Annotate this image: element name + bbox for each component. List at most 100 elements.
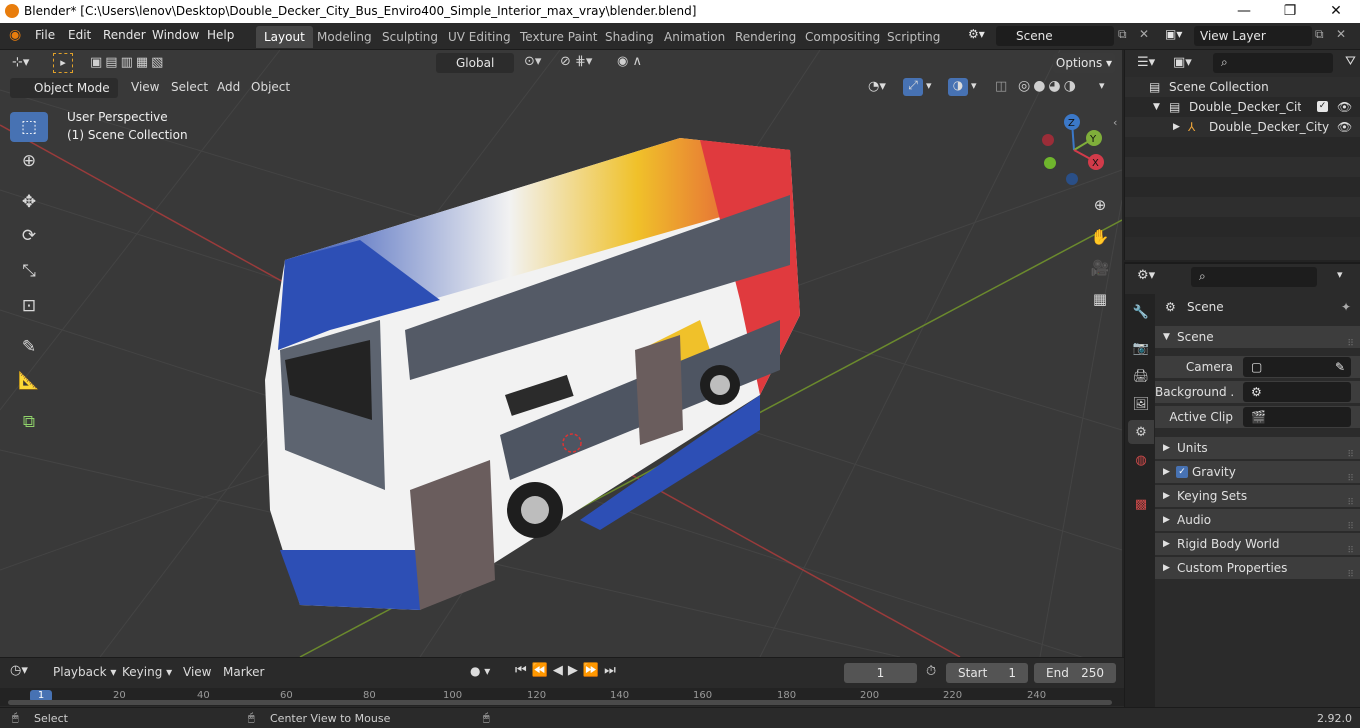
delete-view-layer-icon[interactable]: ✕ [1336, 27, 1346, 41]
properties-search-input[interactable] [1191, 267, 1317, 287]
visibility-icon[interactable]: ◔▾ [868, 79, 886, 94]
new-view-layer-icon[interactable]: ⧉ [1315, 27, 1324, 42]
outliner-search-input[interactable] [1213, 53, 1333, 73]
outliner-row-scene-collection[interactable]: ▤ Scene Collection [1125, 77, 1360, 97]
options-button[interactable]: Options ▾ [1053, 53, 1115, 73]
visibility-eye-icon[interactable]: 👁 [1337, 117, 1352, 137]
world-tab-icon[interactable]: ◍ [1128, 448, 1154, 472]
timeline-menu-playback[interactable]: Playback ▾ [53, 665, 116, 679]
navigation-gizmo[interactable]: Z Y X [1036, 112, 1116, 192]
view-layer-icon[interactable]: ▣▾ [1165, 27, 1182, 41]
properties-editor-type-icon[interactable]: ⚙▾ [1137, 268, 1155, 283]
audio-panel[interactable]: ▶ Audio ⠿ [1155, 509, 1360, 532]
bus-model[interactable] [265, 138, 800, 610]
rotate-tool-icon[interactable]: ⟳ [10, 221, 48, 251]
filter-icon[interactable]: ⛛ [1345, 54, 1356, 69]
overlay-toggle-icon[interactable]: ◑ [948, 78, 968, 96]
tab-compositing[interactable]: Compositing [797, 26, 888, 48]
annotate-tool-icon[interactable]: ✎ [10, 332, 48, 362]
editor-type-icon[interactable]: ⊹▾ [12, 55, 29, 70]
tab-modeling[interactable]: Modeling [309, 26, 380, 48]
panel-grip-icon[interactable]: ⠿ [1347, 333, 1354, 355]
tab-animation[interactable]: Animation [656, 26, 733, 48]
add-cube-tool-icon[interactable]: ⧉ [10, 407, 48, 437]
shading-mode-icons[interactable]: ◎●◕◑ [1018, 78, 1079, 94]
viewport-menu-add[interactable]: Add [217, 80, 240, 94]
scene-icon[interactable]: ⚙▾ [968, 27, 985, 41]
tab-uv-editing[interactable]: UV Editing [440, 26, 519, 48]
pan-hand-icon[interactable]: ✋ [1087, 224, 1113, 250]
sidebar-toggle-icon[interactable]: ‹ [1113, 116, 1117, 129]
gravity-panel[interactable]: ▶ ✓ Gravity ⠿ [1155, 461, 1360, 484]
playback-controls-icons[interactable]: ⏮⏪◀▶⏩⏭ [515, 663, 621, 678]
viewport-menu-select[interactable]: Select [171, 80, 208, 94]
tab-shading[interactable]: Shading [597, 26, 662, 48]
close-button[interactable]: ✕ [1313, 0, 1359, 23]
current-frame-field[interactable]: 1 [844, 663, 917, 683]
properties-dropdown-icon[interactable]: ▾ [1337, 268, 1343, 281]
panel-grip-icon[interactable]: ⠿ [1347, 564, 1354, 586]
pivot-point-icon[interactable]: ⊙▾ [524, 54, 541, 69]
visibility-eye-icon[interactable]: 👁 [1337, 97, 1352, 117]
measure-tool-icon[interactable]: 📐 [10, 366, 48, 396]
exclude-checkbox[interactable]: ✓ [1317, 101, 1328, 112]
scene-tab-icon[interactable]: ⚙ [1128, 420, 1154, 444]
shading-dropdown-icon[interactable]: ▾ [1099, 79, 1105, 92]
display-mode-icon[interactable]: ▣▾ [1173, 55, 1192, 70]
rigid-body-world-panel[interactable]: ▶ Rigid Body World ⠿ [1155, 533, 1360, 556]
view-layer-tab-icon[interactable]: 🖼 [1128, 392, 1154, 416]
expand-arrow-icon[interactable]: ▶ [1173, 117, 1180, 137]
background-scene-field[interactable]: ⚙ [1243, 382, 1351, 402]
menu-window[interactable]: Window [152, 28, 199, 42]
ortho-grid-icon[interactable]: ▦ [1087, 286, 1113, 312]
gizmo-dropdown-icon[interactable]: ▾ [926, 79, 932, 92]
delete-scene-icon[interactable]: ✕ [1139, 27, 1149, 41]
selection-mode-icons[interactable]: ▣▤▥▦▧ [90, 55, 166, 70]
timeline-menu-marker[interactable]: Marker [223, 665, 264, 679]
scene-field[interactable]: Scene [996, 26, 1114, 46]
record-icon[interactable]: ● ▾ [470, 664, 490, 678]
expand-arrow-icon[interactable]: ▼ [1153, 97, 1160, 117]
viewport-menu-object[interactable]: Object [251, 80, 290, 94]
menu-help[interactable]: Help [207, 28, 234, 42]
outliner-row-object[interactable]: ▶ ⅄ Double_Decker_City 👁 [1125, 117, 1360, 137]
tab-sculpting[interactable]: Sculpting [374, 26, 446, 48]
zoom-icon[interactable]: ⊕ [1087, 192, 1113, 218]
menu-file[interactable]: File [35, 28, 55, 42]
camera-field[interactable]: ▢ ✎ [1243, 357, 1351, 377]
timeline-menu-keying[interactable]: Keying ▾ [122, 665, 172, 679]
start-frame-field[interactable]: Start 1 [946, 663, 1028, 683]
blender-menu-icon[interactable]: ◉ [9, 27, 21, 43]
render-tab-icon[interactable]: 📷 [1128, 336, 1154, 360]
transform-orientation-select[interactable]: Global [436, 53, 514, 73]
gizmo-toggle-icon[interactable]: ⤢ [903, 78, 923, 96]
gravity-checkbox[interactable]: ✓ [1176, 466, 1188, 478]
transform-tool-icon[interactable]: ⊡ [10, 291, 48, 321]
menu-render[interactable]: Render [103, 28, 146, 42]
timeline-ruler[interactable]: 1 20 40 60 80 100 120 140 160 180 200 22… [0, 688, 1124, 706]
minimize-button[interactable]: — [1221, 0, 1267, 23]
proportional-edit-icon[interactable]: ◉ ∧ [617, 54, 642, 69]
eyedropper-icon[interactable]: ✎ [1335, 357, 1345, 377]
cursor-tool-icon[interactable]: ⊕ [10, 146, 48, 176]
menu-edit[interactable]: Edit [68, 28, 91, 42]
tab-layout[interactable]: Layout [256, 26, 313, 48]
overlay-dropdown-icon[interactable]: ▾ [971, 79, 977, 92]
timeline-menu-view[interactable]: View [183, 665, 211, 679]
camera-view-icon[interactable]: 🎥 [1087, 255, 1113, 281]
pin-icon[interactable]: ✦ [1341, 296, 1351, 318]
keying-sets-panel[interactable]: ▶ Keying Sets ⠿ [1155, 485, 1360, 508]
view-layer-field[interactable]: View Layer [1194, 26, 1312, 46]
select-box-tool-icon[interactable]: ▸ [53, 53, 73, 73]
xray-icon[interactable]: ◫ [995, 79, 1007, 94]
new-scene-icon[interactable]: ⧉ [1118, 27, 1127, 42]
timeline-scrollbar[interactable] [8, 700, 1112, 705]
tab-scripting[interactable]: Scripting [879, 26, 948, 48]
units-panel[interactable]: ▶ Units ⠿ [1155, 437, 1360, 460]
texture-tab-icon[interactable]: ▩ [1128, 492, 1154, 516]
timeline-editor-type-icon[interactable]: ◷▾ [10, 663, 28, 678]
select-tool-icon[interactable]: ⬚ [10, 112, 48, 142]
3d-viewport[interactable]: ⊹▾ ▸ ▣▤▥▦▧ Global ⊙▾ ⊘ ⋕▾ ◉ ∧ Options ▾ … [0, 50, 1122, 657]
custom-properties-panel[interactable]: ▶ Custom Properties ⠿ [1155, 557, 1360, 580]
mode-select[interactable]: Object Mode [10, 78, 118, 98]
